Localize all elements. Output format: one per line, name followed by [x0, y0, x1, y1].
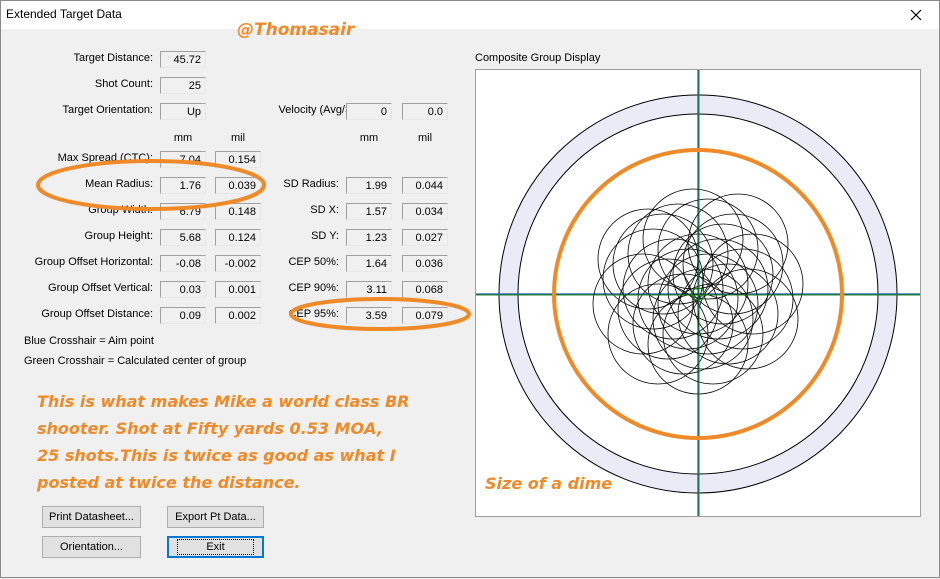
sd-radius-mil-field: 0.044 — [402, 177, 448, 194]
offset-vertical-mil-field: 0.001 — [215, 281, 261, 298]
print-datasheet-button[interactable]: Print Datasheet... — [42, 506, 141, 528]
close-icon — [910, 9, 922, 21]
max-spread-mil-field: 0.154 — [215, 151, 261, 168]
composite-group-display — [475, 69, 921, 517]
sd-y-mil-field: 0.027 — [402, 229, 448, 246]
composite-group-display-title: Composite Group Display — [475, 52, 601, 64]
cep-90-label: CEP 90%: — [288, 282, 339, 294]
cep-95-mil-field: 0.079 — [402, 307, 448, 324]
mean-radius-label: Mean Radius: — [85, 178, 153, 190]
right-mil-header: mil — [417, 132, 433, 144]
dime-annotation: Size of a dime — [485, 474, 613, 493]
exit-button[interactable]: Exit — [167, 536, 264, 558]
left-mil-header: mil — [230, 132, 246, 144]
offset-distance-mm-field: 0.09 — [160, 307, 206, 324]
cep-95-label: CEP 95%: — [288, 308, 339, 320]
max-spread-mm-field: 7.04 — [160, 151, 206, 168]
target-orientation-label: Target Orientation: — [62, 104, 154, 116]
cep-95-mm-field: 3.59 — [346, 307, 392, 324]
title-bar: Extended Target Data — [1, 1, 939, 29]
extended-target-data-window: Extended Target Data @Thomasair Target D… — [0, 0, 940, 578]
left-mm-header: mm — [173, 132, 193, 144]
cep-50-label: CEP 50%: — [288, 256, 339, 268]
annotation-line: posted at twice the distance. — [37, 473, 301, 492]
offset-distance-label: Group Offset Distance: — [41, 308, 153, 320]
group-height-mil-field: 0.124 — [215, 229, 261, 246]
target-distance-field: 45.72 — [160, 51, 206, 68]
group-width-label: Group Width: — [88, 204, 153, 216]
offset-horizontal-mil-field: -0.002 — [215, 255, 261, 272]
velocity-avg-field: 0 — [346, 103, 392, 120]
group-width-mil-field: 0.148 — [215, 203, 261, 220]
max-spread-label: Max Spread (CTC): — [57, 152, 153, 164]
offset-vertical-mm-field: 0.03 — [160, 281, 206, 298]
exit-button-label: Exit — [177, 539, 254, 555]
cep-50-mm-field: 1.64 — [346, 255, 392, 272]
window-title: Extended Target Data — [6, 7, 122, 21]
offset-distance-mil-field: 0.002 — [215, 307, 261, 324]
offset-horizontal-mm-field: -0.08 — [160, 255, 206, 272]
green-crosshair-legend: Green Crosshair = Calculated center of g… — [24, 355, 247, 367]
watermark-text: @Thomasair — [237, 20, 355, 40]
sd-radius-mm-field: 1.99 — [346, 177, 392, 194]
sd-x-label: SD X: — [310, 204, 339, 216]
offset-vertical-label: Group Offset Vertical: — [48, 282, 153, 294]
shot-count-label: Shot Count: — [94, 78, 153, 90]
cep-90-mil-field: 0.068 — [402, 281, 448, 298]
annotation-line: This is what makes Mike a world class BR — [37, 392, 410, 411]
blue-crosshair-legend: Blue Crosshair = Aim point — [24, 335, 154, 347]
velocity-sd-field: 0.0 — [402, 103, 448, 120]
shot-count-field: 25 — [160, 77, 206, 94]
target-plot — [476, 70, 920, 516]
right-mm-header: mm — [359, 132, 379, 144]
sd-y-mm-field: 1.23 — [346, 229, 392, 246]
group-width-mm-field: 6.79 — [160, 203, 206, 220]
sd-y-label: SD Y: — [311, 230, 339, 242]
mean-radius-mil-field: 0.039 — [215, 177, 261, 194]
export-pt-data-button[interactable]: Export Pt Data... — [167, 506, 264, 528]
sd-x-mm-field: 1.57 — [346, 203, 392, 220]
target-orientation-field: Up — [160, 103, 206, 120]
cep-90-mm-field: 3.11 — [346, 281, 392, 298]
close-button[interactable] — [893, 1, 939, 29]
target-distance-label: Target Distance: — [73, 52, 153, 64]
annotation-line: shooter. Shot at Fifty yards 0.53 MOA, — [37, 419, 383, 438]
cep-50-mil-field: 0.036 — [402, 255, 448, 272]
group-height-mm-field: 5.68 — [160, 229, 206, 246]
sd-radius-label: SD Radius: — [283, 178, 339, 190]
annotation-line: 25 shots.This is twice as good as what I — [37, 446, 396, 465]
annotation-note: This is what makes Mike a world class BR… — [37, 388, 409, 496]
mean-radius-mm-field: 1.76 — [160, 177, 206, 194]
orientation-button[interactable]: Orientation... — [42, 536, 141, 558]
offset-horizontal-label: Group Offset Horizontal: — [34, 256, 153, 268]
group-height-label: Group Height: — [84, 230, 153, 242]
sd-x-mil-field: 0.034 — [402, 203, 448, 220]
